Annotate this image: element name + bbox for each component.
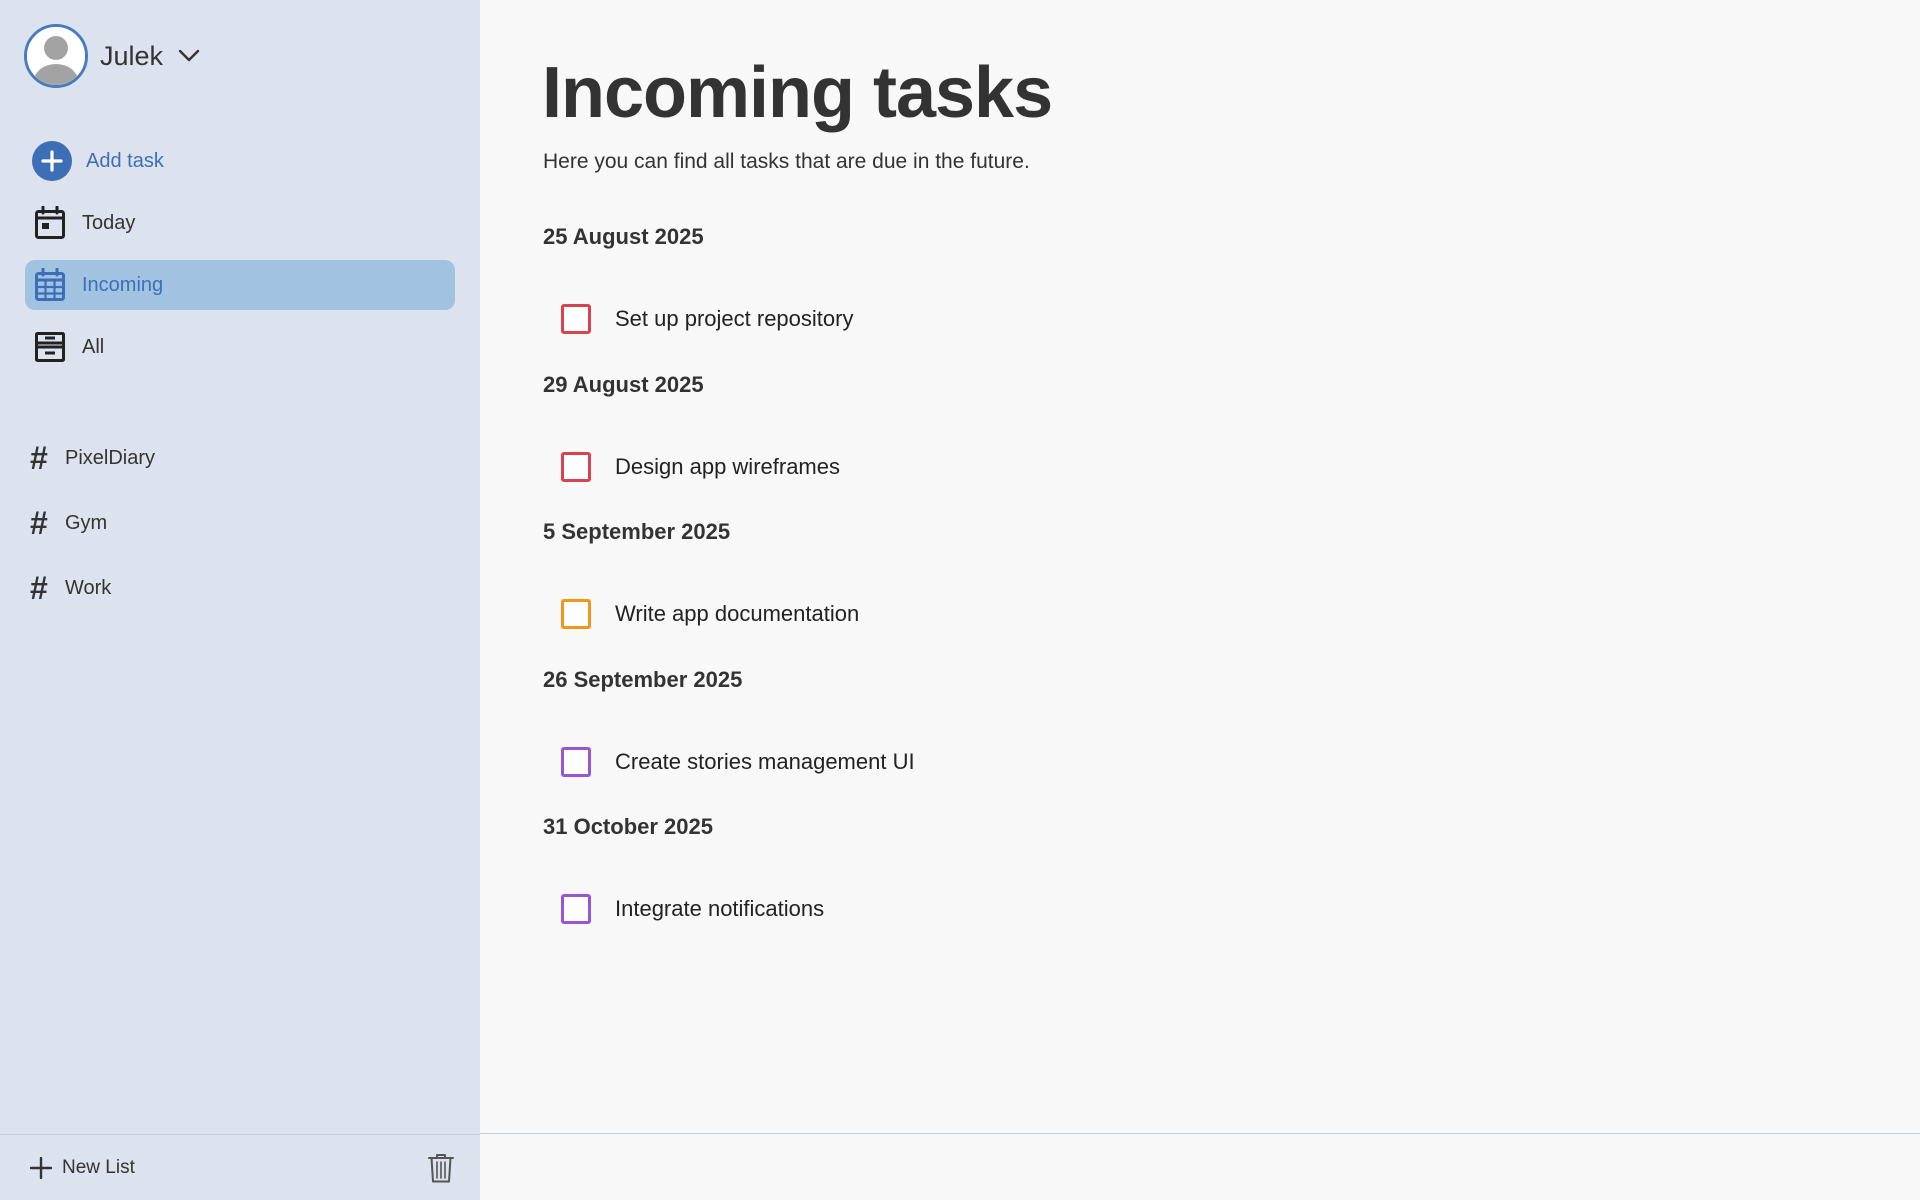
add-task-label: Add task [86, 149, 164, 172]
task-title: Create stories management UI [615, 748, 915, 774]
avatar [24, 24, 88, 88]
hash-icon: # [30, 505, 48, 541]
sidebar: Julek Add task Today Incoming All # Pixe… [0, 0, 480, 1200]
app-window: Julek Add task Today Incoming All # Pixe… [0, 0, 1920, 1200]
task-checkbox[interactable] [561, 304, 591, 334]
main-content: Incoming tasks Here you can find all tas… [480, 0, 1920, 1200]
list-item-label: Gym [65, 511, 108, 534]
task-item[interactable]: Create stories management UI [561, 745, 1443, 779]
date-heading: 29 August 2025 [543, 371, 704, 397]
date-heading: 5 September 2025 [543, 519, 731, 544]
add-task-button[interactable]: Add task [25, 136, 455, 186]
calendar-day-icon [33, 206, 67, 240]
task-groups: 25 August 2025 Set up project repository… [543, 222, 1443, 960]
chevron-down-icon[interactable] [177, 44, 201, 68]
date-group: 5 September 2025 Write app documentation [543, 517, 1443, 665]
list-item-work[interactable]: # Work [25, 562, 455, 614]
nav-item-incoming-label: Incoming [82, 273, 164, 296]
date-group: 31 October 2025 Integrate notifications [543, 812, 1443, 960]
sidebar-footer: New List [0, 1134, 480, 1200]
plus-icon [30, 1156, 52, 1179]
plus-circle-icon [32, 141, 72, 181]
task-title: Set up project repository [615, 306, 854, 331]
hash-icon: # [30, 570, 48, 606]
nav-item-all[interactable]: All [25, 322, 455, 372]
list-item-pixeldiary[interactable]: # PixelDiary [25, 432, 455, 484]
date-heading: 25 August 2025 [543, 224, 704, 249]
user-name: Julek [100, 40, 164, 71]
new-list-label: New List [62, 1156, 135, 1178]
list-item-label: Work [65, 576, 112, 599]
nav-item-today[interactable]: Today [25, 198, 455, 248]
page-title: Incoming tasks [542, 53, 1053, 133]
task-checkbox[interactable] [561, 451, 591, 482]
user-silhouette-icon [27, 27, 85, 85]
nav-item-today-label: Today [82, 211, 136, 234]
task-title: Integrate notifications [615, 896, 825, 921]
task-checkbox[interactable] [561, 894, 591, 924]
task-title: Write app documentation [615, 601, 860, 626]
task-item[interactable]: Set up project repository [561, 302, 1443, 336]
calendar-grid-icon [33, 268, 67, 302]
hash-icon: # [30, 440, 48, 476]
date-group: 29 August 2025 Design app wireframes [543, 370, 1443, 518]
task-item[interactable]: Design app wireframes [561, 450, 1443, 484]
archive-icon [33, 330, 67, 364]
list-item-gym[interactable]: # Gym [25, 497, 455, 549]
list-item-label: PixelDiary [65, 446, 156, 469]
nav-item-incoming[interactable]: Incoming [25, 260, 455, 310]
task-checkbox[interactable] [561, 746, 591, 777]
trash-icon[interactable] [428, 1153, 454, 1183]
new-list-button[interactable]: New List [30, 1156, 135, 1179]
task-item[interactable]: Integrate notifications [561, 892, 1443, 926]
task-checkbox[interactable] [561, 599, 591, 629]
page-subtitle: Here you can find all tasks that are due… [543, 150, 1030, 173]
lists-section: # PixelDiary # Gym # Work [25, 432, 455, 627]
date-group: 25 August 2025 Set up project repository [543, 222, 1443, 370]
date-group: 26 September 2025 Create stories managem… [543, 665, 1443, 813]
date-heading: 31 October 2025 [543, 814, 713, 839]
user-menu[interactable]: Julek [24, 24, 201, 88]
nav-item-all-label: All [82, 335, 105, 358]
main-nav: Add task Today Incoming All [25, 136, 455, 384]
date-heading: 26 September 2025 [543, 666, 743, 692]
task-item[interactable]: Write app documentation [561, 597, 1443, 631]
main-bottom-bar [480, 1133, 1920, 1200]
task-title: Design app wireframes [615, 453, 840, 479]
